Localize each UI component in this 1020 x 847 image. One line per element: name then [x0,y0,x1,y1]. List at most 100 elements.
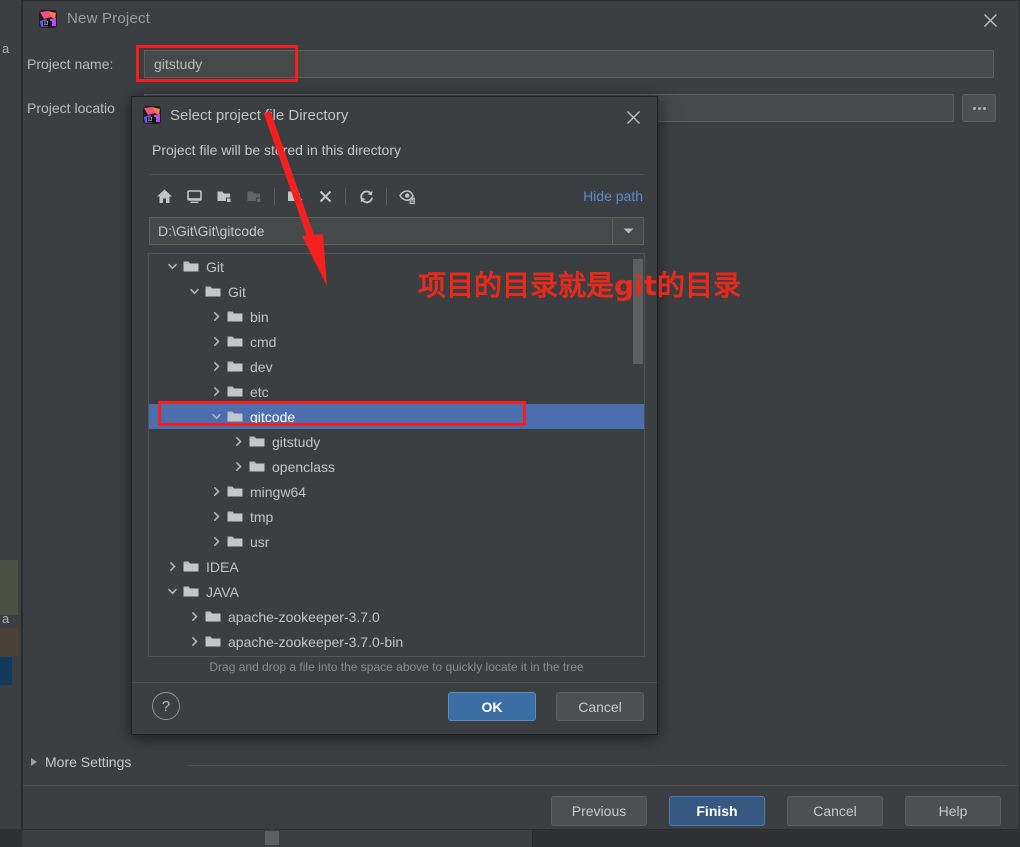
tree-row-label: openclass [272,458,336,475]
delete-icon[interactable] [310,183,340,209]
select-directory-divider [149,174,644,175]
folder-icon [181,254,201,279]
new-project-title: New Project [67,10,151,27]
folder-icon [225,404,245,429]
chevron-right-icon[interactable] [207,304,225,329]
chevron-right-icon[interactable] [185,629,203,654]
chevron-right-icon[interactable] [163,554,181,579]
intellij-idea-icon: IJ [142,105,162,125]
select-directory-title: Select project file Directory [170,107,349,124]
select-directory-titlebar: IJ Select project file Directory [132,97,657,135]
previous-button[interactable]: Previous [551,796,647,826]
ide-left-strip: a a [0,0,22,840]
home-icon[interactable] [149,183,179,209]
chevron-down-icon[interactable] [163,254,181,279]
chevron-right-icon[interactable] [207,529,225,554]
project-name-input[interactable] [144,50,994,78]
tree-row-label: IDEA [206,558,239,575]
chevron-right-icon[interactable] [229,454,247,479]
ide-bottom-nub [265,831,279,845]
tree-row-mingw64[interactable]: mingw64 [149,479,644,504]
folder-icon [225,304,245,329]
tree-row-label: apache-zookeeper-3.7.0-bin [228,633,404,650]
tree-row-dev[interactable]: dev [149,354,644,379]
tree-row-label: tmp [250,508,274,525]
path-input[interactable]: D:\Git\Git\gitcode [150,223,612,239]
tree-row-label: gitstudy [272,433,321,450]
tree-row-gitstudy[interactable]: gitstudy [149,429,644,454]
select-directory-button-bar: OK Cancel [448,692,644,721]
toolbar-divider [386,187,387,205]
hide-path-link[interactable]: Hide path [583,188,645,204]
help-button[interactable]: Help [905,796,1001,826]
tree-row-git[interactable]: Git [149,279,644,304]
chevron-down-icon[interactable] [163,579,181,604]
project-location-label: Project locatio [27,100,115,116]
tree-row-label: mingw64 [250,483,307,500]
select-dialog-cancel-button[interactable]: Cancel [556,692,644,721]
folder-icon [225,529,245,554]
folder-icon [203,629,223,654]
chevron-right-icon[interactable] [207,329,225,354]
chevron-right-icon[interactable] [229,429,247,454]
tree-row-tmp[interactable]: tmp [149,504,644,529]
tree-row-git[interactable]: Git [149,254,644,279]
tree-row-apache-zookeeper-3.7.0-bin[interactable]: apache-zookeeper-3.7.0-bin [149,629,644,654]
ide-editor-chunk-blue [0,657,12,685]
folder-icon [203,604,223,629]
tree-row-gitcode[interactable]: gitcode [149,404,644,429]
drag-drop-hint: Drag and drop a file into the space abov… [209,660,584,674]
chevron-right-icon[interactable] [207,354,225,379]
toolbar-divider [345,187,346,205]
desktop-icon[interactable] [179,183,209,209]
show-hidden-files-icon[interactable] [392,183,422,209]
help-icon-button[interactable]: ? [152,692,180,720]
tree-row-etc[interactable]: etc [149,379,644,404]
folder-project-icon[interactable] [209,183,239,209]
tree-row-label: JAVA [206,583,239,600]
cancel-button[interactable]: Cancel [787,796,883,826]
tree-row-label: etc [250,383,269,400]
select-directory-subtitle: Project file will be stored in this dire… [152,142,401,158]
refresh-icon[interactable] [351,183,381,209]
new-folder-icon[interactable] [280,183,310,209]
folder-icon [247,429,267,454]
ok-button[interactable]: OK [448,692,536,721]
close-icon[interactable] [621,105,645,129]
screen: a a IJ New Project Project name: gitstud… [0,0,1020,847]
browse-location-button[interactable] [962,94,996,122]
svg-text:IJ: IJ [44,21,48,27]
tree-row-java[interactable]: JAVA [149,579,644,604]
chevron-down-icon[interactable] [207,404,225,429]
tree-row-cmd[interactable]: cmd [149,329,644,354]
directory-tree[interactable]: Git Git bin cmd dev etc gitcode gitstudy opencla… [148,253,645,657]
tree-row-bin[interactable]: bin [149,304,644,329]
path-combo[interactable]: D:\Git\Git\gitcode [149,217,644,245]
select-directory-dialog: IJ Select project file Directory Project… [131,96,658,735]
tree-scrollbar-thumb[interactable] [633,259,643,364]
directory-toolbar: Hide path [149,181,645,211]
chevron-down-icon[interactable] [185,279,203,304]
tree-row-apache-zookeeper-3.7.0[interactable]: apache-zookeeper-3.7.0 [149,604,644,629]
ide-edge-letter-top: a [2,41,10,56]
close-icon[interactable] [977,7,1003,33]
tree-row-idea[interactable]: IDEA [149,554,644,579]
chevron-down-icon[interactable] [612,218,643,244]
folder-icon [181,579,201,604]
svg-text:IJ: IJ [148,117,152,123]
chevron-right-icon[interactable] [207,504,225,529]
folder-icon [203,279,223,304]
tree-row-label: apache-zookeeper-3.7.0 [228,608,380,625]
tree-row-label: cmd [250,333,277,350]
tree-row-openclass[interactable]: openclass [149,454,644,479]
finish-button[interactable]: Finish [669,796,765,826]
new-project-footer-divider [23,785,1019,786]
chevron-right-icon[interactable] [207,479,225,504]
tree-row-label: bin [250,308,269,325]
chevron-right-icon[interactable] [207,379,225,404]
more-settings-expander[interactable]: More Settings [31,754,131,770]
more-settings-divider [188,765,1006,766]
tree-row-usr[interactable]: usr [149,529,644,554]
new-project-titlebar: IJ New Project [23,1,1019,37]
chevron-right-icon[interactable] [185,604,203,629]
